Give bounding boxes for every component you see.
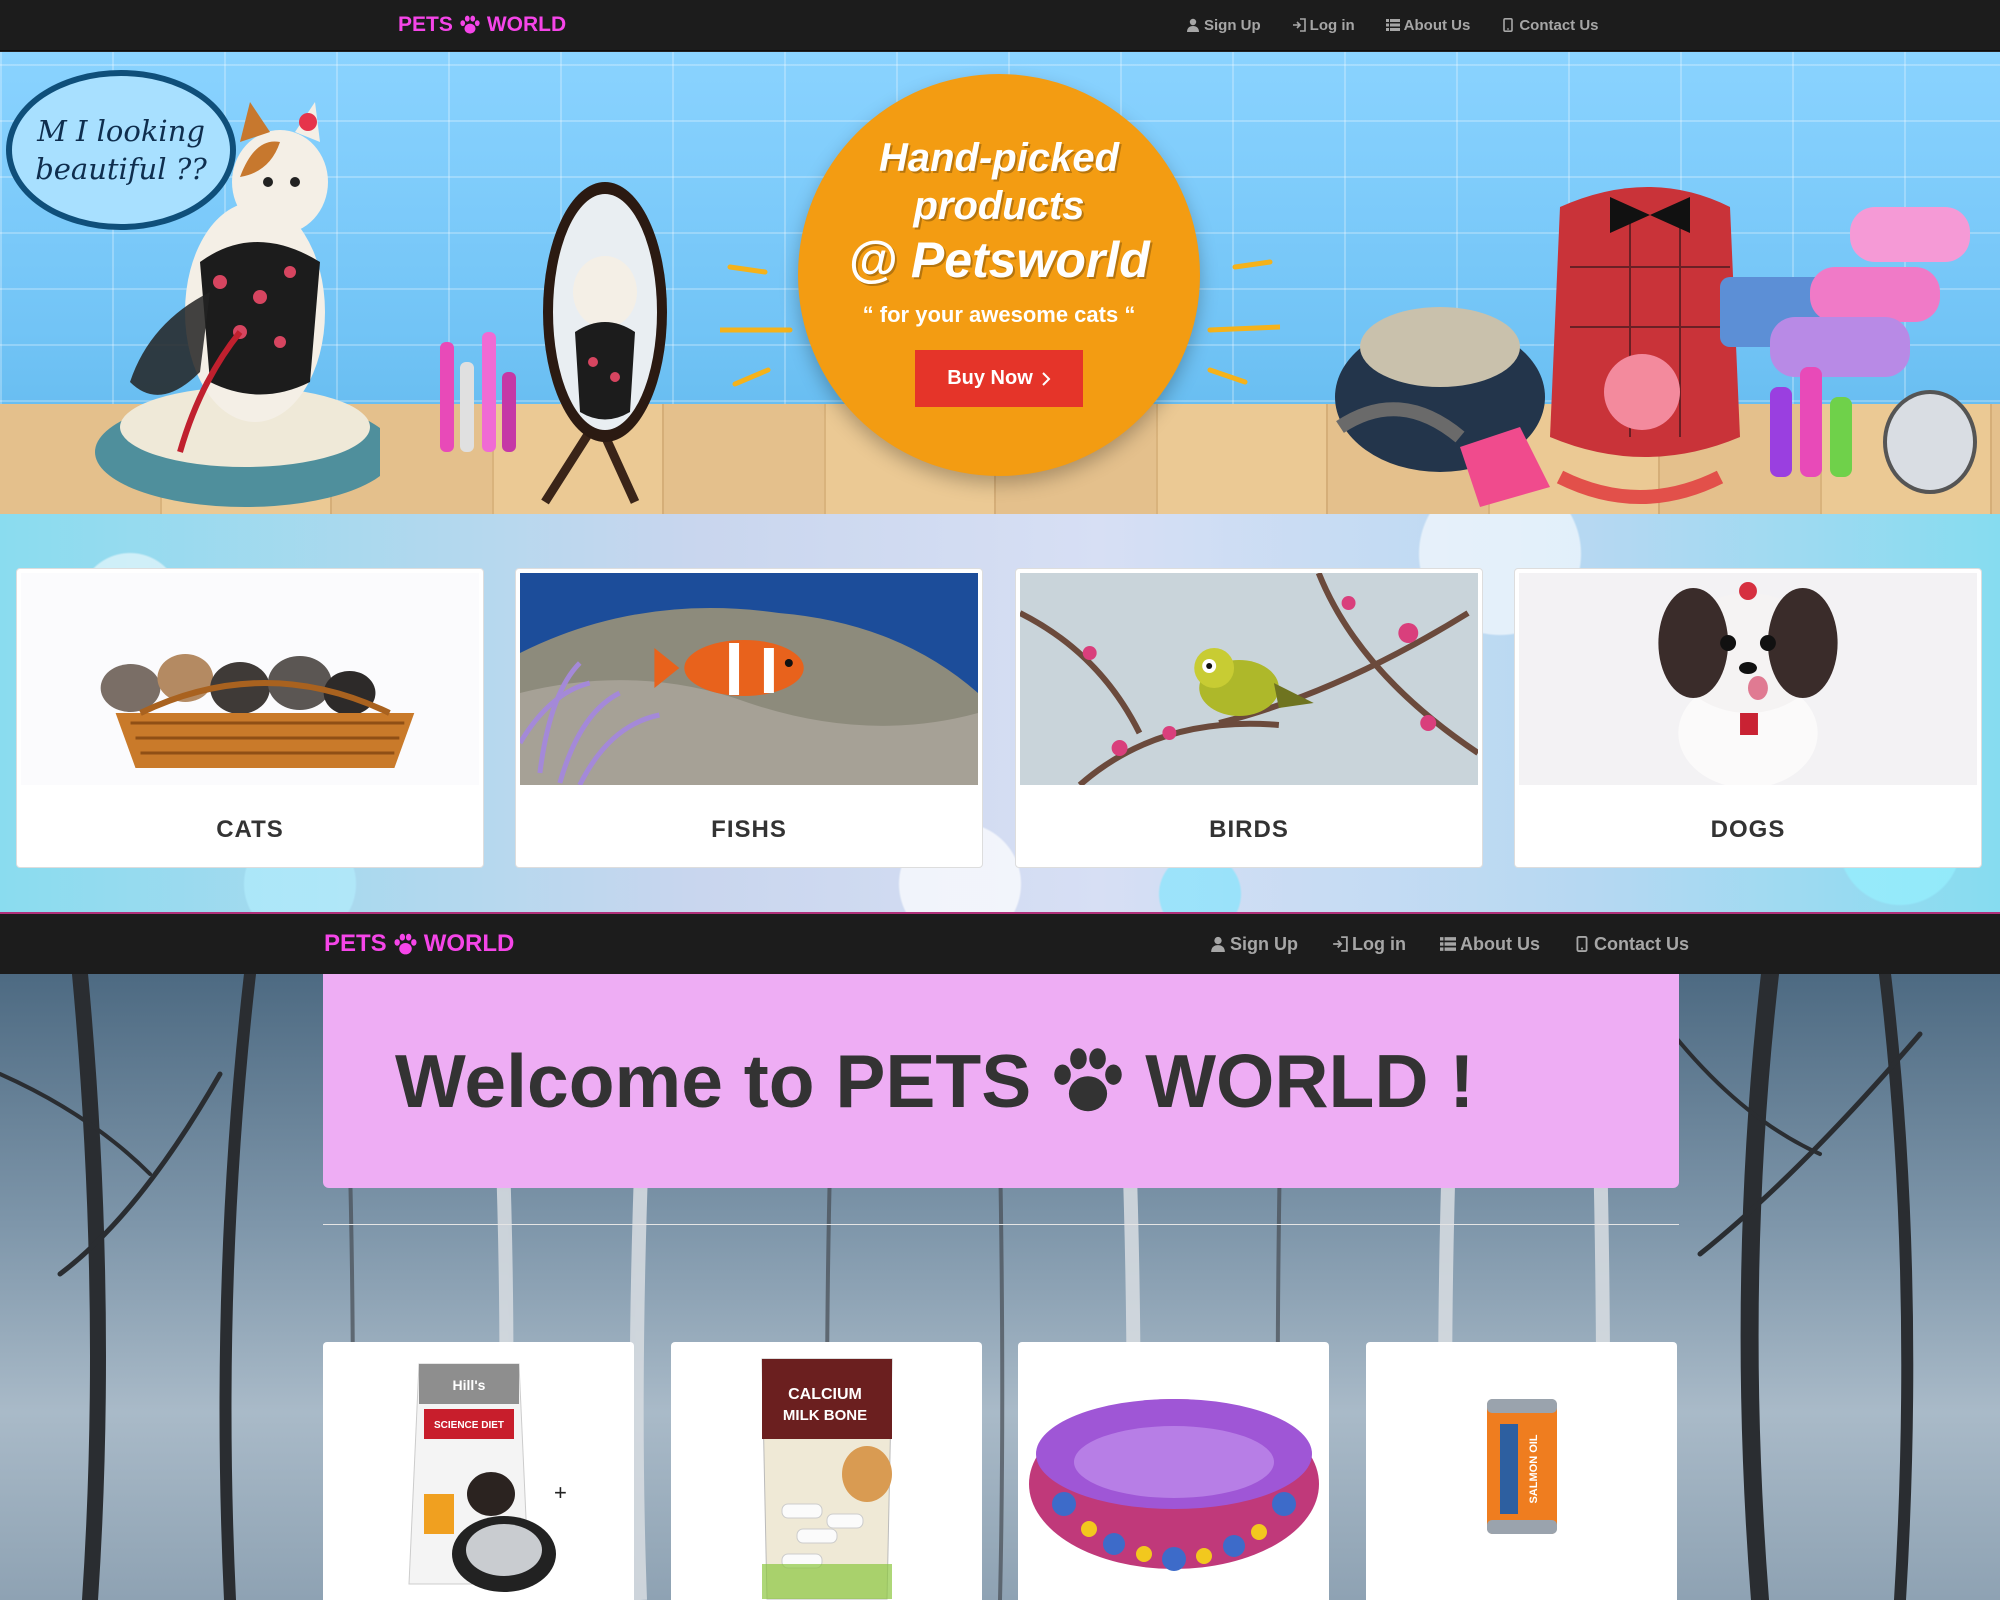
contact-label-2: Contact Us — [1593, 933, 1689, 954]
category-card-fishs[interactable]: FISHS — [515, 568, 983, 868]
chevron-right-icon — [1042, 371, 1051, 386]
promo-circle: Hand-picked products @ Petsworld “ for y… — [798, 74, 1200, 476]
signup-label: Sign Up — [1204, 16, 1261, 34]
brand-logo[interactable]: PETS WORLD — [398, 13, 566, 37]
contact-link-2[interactable]: Contact Us — [1574, 934, 1689, 955]
list-icon — [1439, 937, 1456, 951]
signup-link-2[interactable]: Sign Up — [1210, 934, 1298, 955]
about-label: About Us — [1403, 16, 1471, 34]
contact-label: Contact Us — [1519, 16, 1599, 34]
category-label-cats: CATS — [216, 816, 284, 843]
welcome-heading: Welcome to PETS WORLD ! — [395, 1038, 1474, 1124]
user-icon — [1211, 936, 1225, 952]
svg-text:+: + — [554, 1480, 567, 1505]
login-label-2: Log in — [1352, 933, 1406, 954]
milk-bone-pack-image: CALCIUM MILK BONE — [760, 1358, 893, 1600]
standing-mirror — [541, 182, 667, 505]
nav-links-2: Sign Up Log in About Us Contact Us — [1210, 934, 1689, 955]
contact-link[interactable]: Contact Us — [1501, 16, 1599, 34]
dog-food-brand-text: Hill's — [452, 1377, 485, 1393]
signup-label-2: Sign Up — [1230, 933, 1298, 954]
brand-name-left: PETS — [398, 13, 453, 36]
cats-image — [21, 573, 479, 785]
dog-food-bag-image: Hill's SCIENCE DIET + — [407, 1363, 567, 1592]
product-card-pet-bed[interactable] — [1018, 1342, 1329, 1600]
login-icon — [1292, 18, 1306, 32]
category-label-fishs: FISHS — [711, 816, 787, 843]
brand-name-left-2: PETS — [324, 930, 387, 957]
section-divider — [323, 1224, 1679, 1225]
cat-in-bed-illustration — [95, 102, 380, 507]
list-icon — [1385, 19, 1400, 31]
top-navbar: PETS WORLD Sign Up Log in About Us Conta… — [0, 0, 2000, 51]
dog-food-name-text: SCIENCE DIET — [433, 1420, 503, 1431]
headline-line-1: Hand-picked — [878, 136, 1120, 180]
hero-tagline: “ for your awesome cats “ — [862, 302, 1136, 327]
product-card-salmon-oil[interactable]: SALMON OIL — [1366, 1342, 1677, 1600]
category-label-birds: BIRDS — [1209, 816, 1289, 843]
category-label-dogs: DOGS — [1710, 816, 1786, 843]
login-link-2[interactable]: Log in — [1332, 934, 1406, 955]
salmon-oil-can-image: SALMON OIL — [1486, 1399, 1557, 1534]
about-label-2: About Us — [1459, 933, 1540, 954]
product-card-milk-bone[interactable]: CALCIUM MILK BONE — [671, 1342, 982, 1600]
pet-products-illustration — [1335, 187, 1977, 507]
user-icon — [1187, 18, 1199, 32]
category-card-birds[interactable]: BIRDS — [1015, 568, 1483, 868]
headline-line-3: @ Petsworld — [848, 232, 1150, 288]
paw-icon — [460, 15, 480, 34]
signup-link[interactable]: Sign Up — [1186, 17, 1261, 34]
category-section: CATS FISHS BIRDS DOGS — [0, 514, 2000, 912]
login-icon — [1333, 936, 1348, 952]
welcome-prefix: Welcome to PETS — [395, 1039, 1032, 1123]
milk-bone-top-text: CALCIUM — [788, 1386, 862, 1403]
buy-now-button[interactable]: Buy Now — [915, 350, 1083, 407]
brand-logo-2[interactable]: PETS WORLD — [324, 930, 514, 958]
nav-links: Sign Up Log in About Us Contact Us — [1186, 17, 1599, 34]
buy-now-label: Buy Now — [947, 367, 1033, 389]
welcome-suffix: WORLD ! — [1145, 1039, 1475, 1123]
bird-image — [1018, 571, 1480, 788]
login-label: Log in — [1309, 16, 1355, 34]
phone-icon — [1503, 18, 1514, 32]
about-link[interactable]: About Us — [1385, 16, 1471, 34]
category-card-dogs[interactable]: DOGS — [1514, 568, 1982, 868]
hero-banner: M I looking beautiful ?? Hand-picked pro… — [0, 52, 2000, 514]
milk-bone-main-text: MILK BONE — [782, 1407, 866, 1424]
brand-name-right-2: WORLD — [423, 930, 515, 957]
welcome-jumbotron: Welcome to PETS WORLD ! — [323, 974, 1679, 1188]
login-link[interactable]: Log in — [1292, 17, 1355, 34]
phone-icon — [1576, 936, 1588, 952]
brand-name-right: WORLD — [486, 13, 567, 36]
headline-line-2: products — [913, 184, 1085, 228]
salmon-oil-label-text: SALMON OIL — [1528, 1434, 1540, 1503]
about-link-2[interactable]: About Us — [1439, 933, 1540, 955]
pet-bed-image — [1028, 1399, 1319, 1571]
welcome-section: Welcome to PETS WORLD ! Hill's SCIENCE D… — [0, 974, 2000, 1600]
fish-image — [517, 573, 978, 787]
paw-icon — [1054, 1048, 1122, 1112]
secondary-navbar: PETS WORLD Sign Up Log in About Us Conta… — [0, 912, 2000, 974]
dog-image — [1519, 573, 1977, 788]
product-card-dog-food[interactable]: Hill's SCIENCE DIET + — [323, 1342, 634, 1600]
category-card-cats[interactable]: CATS — [16, 568, 484, 868]
paw-icon — [394, 933, 417, 954]
